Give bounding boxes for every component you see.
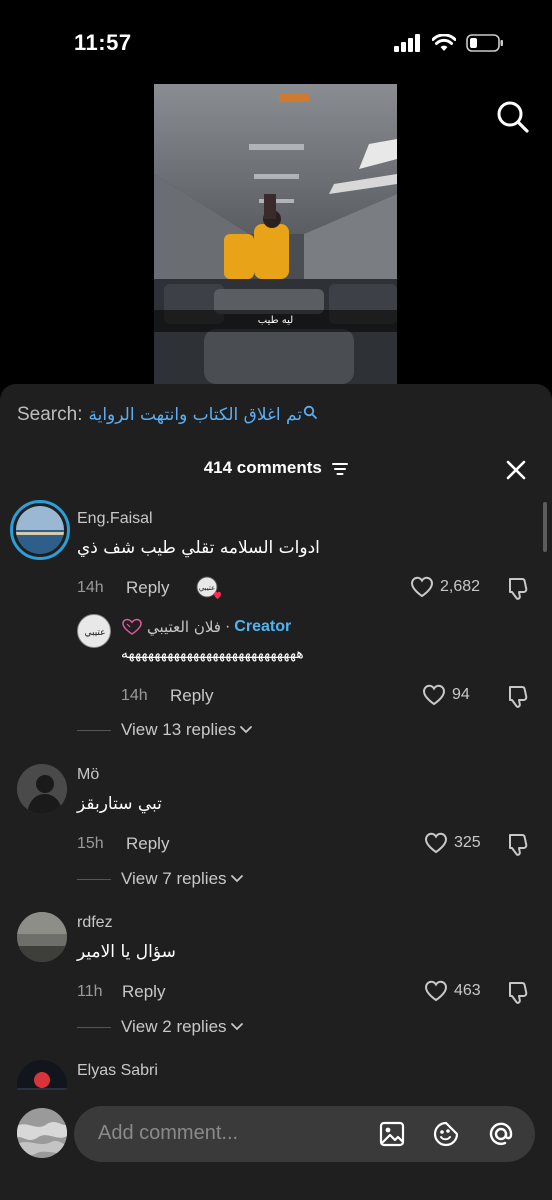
heart-icon <box>410 576 434 598</box>
image-icon[interactable] <box>377 1119 407 1149</box>
video-caption: ليه طيب <box>154 310 397 332</box>
view-replies-button[interactable]: View 13 replies <box>77 720 253 740</box>
reply-username[interactable]: فلان العتيبي <box>147 618 221 636</box>
svg-text:عتيبي: عتيبي <box>199 584 215 592</box>
avatar[interactable]: عتيبي <box>77 614 111 648</box>
emoji-icon[interactable] <box>431 1119 461 1149</box>
status-time: 11:57 <box>74 30 132 55</box>
comments-sheet: Search: تم اغلاق الكتاب وانتهت الرواية 4… <box>0 384 552 1200</box>
dislike-icon[interactable] <box>506 832 532 858</box>
search-suggestion[interactable]: Search: تم اغلاق الكتاب وانتهت الرواية <box>17 404 317 426</box>
status-icons <box>394 34 504 52</box>
chevron-down-icon <box>240 726 252 734</box>
divider <box>77 1026 111 1028</box>
search-icon <box>303 405 317 419</box>
reply-username-row: فلان العتيبي · Creator <box>121 618 291 636</box>
close-icon[interactable] <box>504 458 528 482</box>
comment-input[interactable]: Add comment... <box>74 1106 535 1162</box>
view-replies-label: View 2 replies <box>121 1017 227 1036</box>
comment-username[interactable]: Elyas Sabri <box>77 1062 158 1080</box>
like-count: 463 <box>454 982 481 999</box>
video-preview[interactable]: ليه طيب <box>154 84 397 384</box>
avatar[interactable] <box>17 1108 67 1158</box>
like-button[interactable]: 2,682 <box>410 576 480 598</box>
view-replies-label: View 7 replies <box>121 869 227 888</box>
filter-icon[interactable] <box>332 462 349 476</box>
comment-time: 11h <box>77 983 103 1000</box>
comment-text: سؤال يا الامير <box>77 942 176 962</box>
like-count: 94 <box>452 686 470 703</box>
reply-button[interactable]: Reply <box>126 834 169 854</box>
like-count: 325 <box>454 834 481 851</box>
reply-button[interactable]: Reply <box>170 686 213 706</box>
heart-icon <box>422 684 446 706</box>
reply-time: 14h <box>121 687 148 704</box>
view-replies-button[interactable]: View 7 replies <box>77 869 244 889</box>
creator-liked-badge: عتيبي <box>196 576 221 600</box>
reply-button[interactable]: Reply <box>126 578 169 598</box>
comment-username[interactable]: Eng.Faisal <box>77 510 153 528</box>
comment-time: 15h <box>77 835 104 852</box>
search-label: Search: <box>17 404 83 425</box>
like-button[interactable]: 463 <box>424 980 481 1002</box>
mention-icon[interactable] <box>486 1119 516 1149</box>
comment-item: Eng.Faisal ادوات السلامه تقلي طيب شف ذي … <box>0 500 552 760</box>
comment-text: ادوات السلامه تقلي طيب شف ذي <box>77 538 320 558</box>
avatar[interactable] <box>10 500 70 560</box>
heart-sticker-icon <box>122 618 142 635</box>
chevron-down-icon <box>230 875 243 883</box>
comment-time: 14h <box>77 579 104 596</box>
divider <box>77 878 111 880</box>
wifi-icon <box>432 34 456 51</box>
avatar[interactable] <box>17 764 67 814</box>
comments-header: 414 comments <box>0 458 552 482</box>
creator-badge: Creator <box>234 618 292 635</box>
view-replies-button[interactable]: View 2 replies <box>77 1017 244 1037</box>
status-bar: 11:57 <box>0 0 552 90</box>
dislike-icon[interactable] <box>506 576 532 602</box>
comments-count: 414 comments <box>203 458 322 477</box>
chevron-down-icon <box>230 1023 243 1031</box>
signal-icon <box>394 34 420 52</box>
comment-item: Mö تبي ستاربقز 15h Reply 325 View 7 repl… <box>0 764 552 894</box>
divider <box>77 729 111 731</box>
dislike-icon[interactable] <box>506 980 532 1006</box>
comment-username[interactable]: rdfez <box>77 914 113 932</box>
separator: · <box>224 618 231 635</box>
like-count: 2,682 <box>440 578 481 595</box>
comment-item: rdfez سؤال يا الامير 11h Reply 463 View … <box>0 912 552 1042</box>
heart-icon <box>424 832 448 854</box>
search-icon[interactable] <box>496 100 530 134</box>
like-button[interactable]: 94 <box>422 684 470 706</box>
battery-icon <box>466 34 503 52</box>
dislike-icon[interactable] <box>506 684 532 710</box>
like-button[interactable]: 325 <box>424 832 481 854</box>
svg-text:عتيبي: عتيبي <box>84 628 105 638</box>
reply-text: هههههههههههههههههههههههههههه <box>121 646 304 662</box>
search-query[interactable]: تم اغلاق الكتاب وانتهت الرواية <box>88 405 302 425</box>
comment-username[interactable]: Mö <box>77 766 99 784</box>
view-replies-label: View 13 replies <box>121 720 236 739</box>
heart-icon <box>424 980 448 1002</box>
comment-input-placeholder: Add comment... <box>98 1122 239 1144</box>
comment-input-bar: Add comment... <box>0 1090 552 1200</box>
reply-button[interactable]: Reply <box>122 982 165 1002</box>
avatar[interactable] <box>17 912 67 962</box>
airplane-cabin-image <box>154 84 397 384</box>
comment-text: تبي ستاربقز <box>77 794 162 814</box>
